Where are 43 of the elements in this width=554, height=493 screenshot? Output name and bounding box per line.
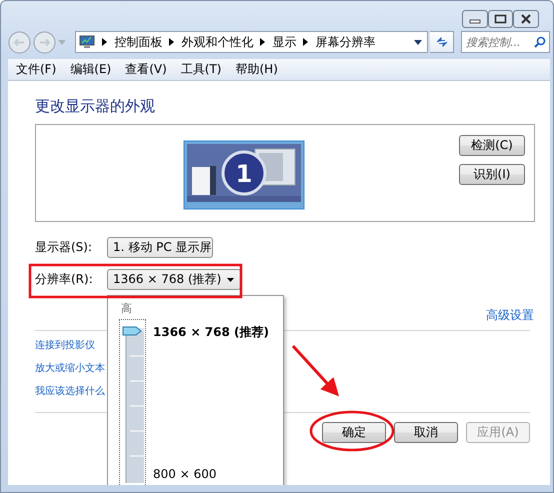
help-link[interactable]: 连接到投影仪 xyxy=(35,338,95,354)
ok-button[interactable]: 确定 xyxy=(322,422,386,443)
resolution-option[interactable]: 800 × 600 xyxy=(153,467,216,481)
resolution-option[interactable]: 1366 × 768 (推荐) xyxy=(153,324,270,341)
maximize-button[interactable] xyxy=(488,10,513,28)
menu-item[interactable]: 查看(V) xyxy=(125,61,167,78)
display-dropdown[interactable]: 1. 移动 PC 显示屏 xyxy=(107,237,213,258)
help-link[interactable]: 放大或缩小文本 xyxy=(35,361,105,377)
setting-label: 分辨率(R): xyxy=(35,271,94,288)
page-heading: 更改显示器的外观 xyxy=(35,97,156,115)
high-label: 高 xyxy=(121,301,132,316)
identify-button[interactable]: 识别(I) xyxy=(459,164,525,185)
setting-label: 显示器(S): xyxy=(35,239,94,256)
address-dropdown-icon[interactable] xyxy=(414,40,422,44)
monitor-number: 1 xyxy=(234,160,254,188)
breadcrumb-arrow-icon xyxy=(102,38,108,46)
detect-button[interactable]: 检测(C) xyxy=(459,135,525,156)
resolution-dropdown[interactable]: 1366 × 768 (推荐) xyxy=(107,269,241,290)
arrow xyxy=(292,344,340,396)
breadcrumb[interactable]: 显示 xyxy=(272,34,296,50)
menu-item[interactable]: 编辑(E) xyxy=(70,61,112,78)
address-bar[interactable]: 控制面板 外观和个性化 显示 屏幕分辨率 xyxy=(75,31,428,53)
search-field[interactable]: 搜索控制... xyxy=(460,31,550,53)
slider-thumb[interactable] xyxy=(122,326,142,336)
search-icon xyxy=(534,36,546,48)
control-panel-icon xyxy=(79,35,96,49)
breadcrumb-arrow-icon xyxy=(169,38,174,46)
breadcrumb[interactable]: 屏幕分辨率 xyxy=(315,34,376,50)
cancel-button[interactable]: 取消 xyxy=(394,422,458,443)
refresh-icon xyxy=(434,36,449,48)
breadcrumb[interactable]: 控制面板 xyxy=(114,34,162,50)
menu-item[interactable]: 工具(T) xyxy=(180,61,222,78)
breadcrumb-arrow-icon xyxy=(303,38,308,46)
dropdown-arrow-icon xyxy=(227,278,234,282)
breadcrumb-arrow-icon xyxy=(260,38,266,46)
menu-item[interactable]: 帮助(H) xyxy=(236,61,278,78)
menu-item[interactable]: 文件(F) xyxy=(16,61,56,78)
close-button[interactable] xyxy=(513,10,539,28)
breadcrumb[interactable]: 外观和个性化 xyxy=(181,34,254,50)
help-link[interactable]: 我应该选择什么 xyxy=(35,384,105,400)
minimize-button[interactable] xyxy=(462,10,488,28)
refresh-button[interactable] xyxy=(430,31,454,53)
advanced-settings-link[interactable]: 高级设置 xyxy=(486,307,534,324)
